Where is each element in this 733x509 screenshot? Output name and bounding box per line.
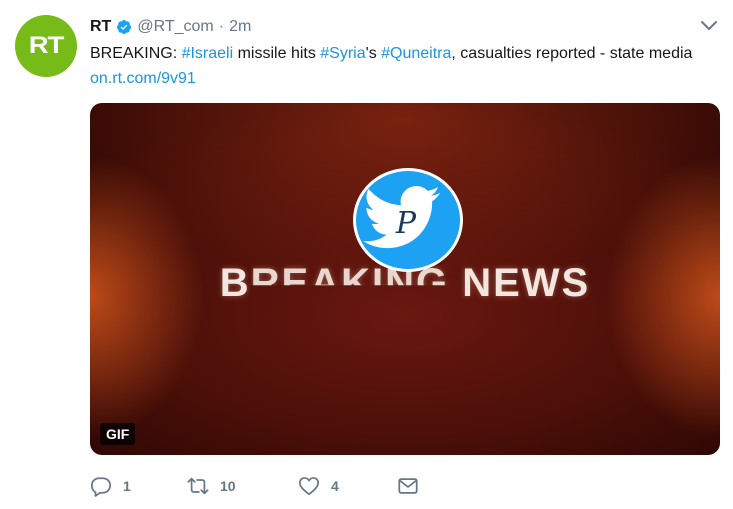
twitter-bird-icon: P xyxy=(363,186,440,249)
reply-button[interactable]: 1 xyxy=(90,475,187,497)
author-name[interactable]: RT xyxy=(90,18,111,36)
title-part-2: NEWS xyxy=(449,261,591,305)
text-part-4: , casualties reported - state media xyxy=(451,45,693,62)
hashtag-israeli[interactable]: #Israeli xyxy=(182,45,234,62)
text-prefix: BREAKING: xyxy=(90,45,182,62)
media-gif[interactable]: BREAKING NEWS P GIF xyxy=(90,103,720,455)
tweet-actions: 1 10 4 xyxy=(90,474,419,498)
tweet-time[interactable]: 2m xyxy=(229,18,251,36)
reply-icon xyxy=(90,477,112,497)
tweet-link[interactable]: on.rt.com/9v91 xyxy=(90,70,196,87)
reply-count: 1 xyxy=(123,478,131,494)
twitter-bird-logo: P xyxy=(353,168,463,272)
author-handle[interactable]: @RT_com xyxy=(137,18,213,36)
like-button[interactable]: 4 xyxy=(298,475,397,497)
retweet-count: 10 xyxy=(220,478,236,494)
separator-dot: · xyxy=(218,18,225,35)
text-part-2: missile hits xyxy=(233,45,321,62)
direct-message-button[interactable] xyxy=(397,475,419,497)
text-part-3: 's xyxy=(365,45,382,62)
tweet-text: BREAKING: #Israeli missile hits #Syria's… xyxy=(90,41,710,91)
chevron-down-icon[interactable] xyxy=(699,18,719,34)
hashtag-syria[interactable]: #Syria xyxy=(320,45,365,62)
like-count: 4 xyxy=(331,478,339,494)
tweet-header: RT @RT_com · 2m xyxy=(90,16,693,38)
retweet-button[interactable]: 10 xyxy=(187,475,298,497)
logo-letter: P xyxy=(395,206,417,241)
title-part-1: B xyxy=(219,261,251,305)
envelope-icon xyxy=(398,478,418,494)
gif-badge: GIF xyxy=(100,423,136,445)
verified-badge-icon xyxy=(117,20,132,34)
avatar-text: RT xyxy=(28,32,65,59)
hashtag-quneitra[interactable]: #Quneitra xyxy=(381,45,451,62)
avatar[interactable]: RT xyxy=(15,15,77,77)
retweet-icon xyxy=(187,477,209,495)
heart-icon xyxy=(298,477,320,496)
